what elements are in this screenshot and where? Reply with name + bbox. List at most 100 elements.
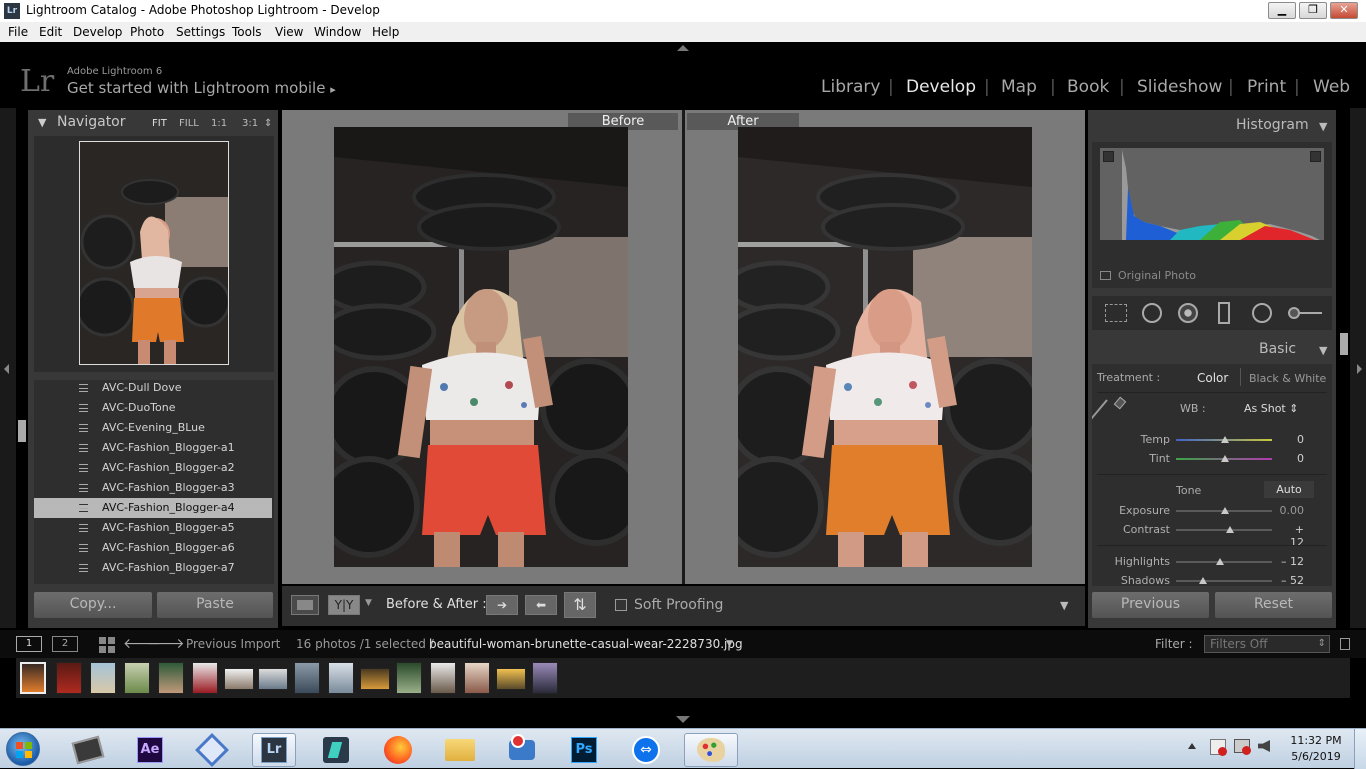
contrast-slider-thumb[interactable] — [1226, 526, 1234, 533]
close-button[interactable]: ✕ — [1330, 2, 1358, 19]
grid-view-icon[interactable] — [99, 637, 115, 653]
filmstrip-thumb[interactable] — [124, 662, 150, 694]
filmstrip-thumb[interactable] — [56, 662, 82, 694]
main-window-button[interactable]: 1 — [16, 636, 42, 652]
crop-tool-icon[interactable] — [1105, 304, 1127, 322]
filmstrip-thumb[interactable] — [328, 662, 354, 694]
filmstrip-thumb[interactable] — [158, 662, 184, 694]
highlight-clipping-indicator[interactable] — [1310, 151, 1321, 162]
taskbar-filmora[interactable] — [314, 733, 358, 767]
temp-slider-thumb[interactable] — [1221, 436, 1229, 443]
treatment-color[interactable]: Color — [1197, 371, 1228, 385]
module-web[interactable]: Web — [1313, 77, 1350, 97]
collapse-right-panel-icon[interactable] — [1357, 364, 1362, 374]
module-library[interactable]: Library — [821, 77, 880, 97]
taskbar-camera-app[interactable] — [500, 733, 544, 767]
temp-value[interactable]: 0 — [1282, 433, 1304, 446]
loupe-view-button[interactable] — [291, 595, 319, 615]
filmstrip-thumb[interactable] — [192, 662, 218, 694]
mobile-prompt[interactable]: Get started with Lightroom mobile ▸ — [67, 79, 336, 97]
module-book[interactable]: Book — [1067, 77, 1109, 97]
current-filename[interactable]: beautiful-woman-brunette-casual-wear-222… — [429, 637, 743, 651]
filter-select[interactable]: Filters Off ⇕ — [1204, 635, 1330, 653]
preset-item-selected[interactable]: AVC-Fashion_Blogger-a4 — [34, 498, 272, 518]
preset-item[interactable]: AVC-Fashion_Blogger-a3 — [34, 478, 272, 498]
contrast-slider[interactable] — [1176, 529, 1272, 531]
histogram-title[interactable]: Histogram — [1236, 117, 1309, 133]
menu-develop[interactable]: Develop — [73, 25, 122, 39]
filmstrip-thumb[interactable] — [532, 662, 558, 694]
copy-button[interactable]: Copy... — [34, 592, 152, 618]
filmstrip-source[interactable]: Previous Import — [186, 637, 280, 651]
filmstrip-thumb[interactable] — [224, 668, 254, 690]
exposure-slider-thumb[interactable] — [1221, 507, 1229, 514]
filmstrip-thumb[interactable] — [496, 668, 526, 690]
action-center-icon[interactable] — [1210, 739, 1227, 756]
filmstrip-thumb[interactable] — [396, 662, 422, 694]
filter-lock-icon[interactable] — [1340, 638, 1350, 650]
network-icon[interactable] — [1234, 739, 1251, 755]
filmstrip-thumb[interactable] — [90, 662, 116, 694]
filmstrip-thumb-selected[interactable] — [20, 662, 46, 694]
radial-filter-icon[interactable] — [1252, 303, 1272, 323]
zoom-fill[interactable]: FILL — [179, 118, 199, 129]
histogram-collapse-icon[interactable]: ▼ — [1319, 120, 1327, 133]
view-mode-dropdown-icon[interactable]: ▼ — [365, 598, 372, 608]
module-develop[interactable]: Develop — [906, 77, 976, 97]
filename-dropdown-icon[interactable]: ▼ — [726, 639, 733, 649]
before-photo[interactable] — [334, 127, 628, 567]
menu-photo[interactable]: Photo — [130, 25, 164, 39]
navigator-title[interactable]: Navigator — [57, 114, 126, 130]
after-photo[interactable] — [738, 127, 1032, 567]
shadows-value[interactable]: – 52 — [1278, 574, 1304, 586]
menu-help[interactable]: Help — [372, 25, 399, 39]
right-panel-scroll-handle[interactable] — [1340, 333, 1348, 355]
restore-button[interactable]: ❐ — [1299, 2, 1327, 19]
collapse-top-panel-icon[interactable] — [677, 45, 689, 51]
filmstrip-thumb[interactable] — [430, 662, 456, 694]
basic-collapse-icon[interactable]: ▼ — [1319, 344, 1327, 357]
preset-item[interactable]: AVC-Fashion_Blogger-a7 — [34, 558, 272, 578]
taskbar-video-editor[interactable] — [66, 733, 110, 767]
volume-icon[interactable] — [1258, 740, 1270, 752]
original-photo-checkbox[interactable] — [1100, 271, 1111, 280]
filmstrip-thumb[interactable] — [464, 662, 490, 694]
swap-before-after-button[interactable]: ⇅ — [564, 592, 596, 618]
taskbar-network-app[interactable] — [190, 733, 234, 767]
red-eye-icon[interactable] — [1178, 303, 1198, 323]
left-panel-scroll-handle[interactable] — [18, 420, 26, 442]
tint-slider-thumb[interactable] — [1221, 455, 1229, 462]
clock-time[interactable]: 11:32 PM — [1284, 734, 1348, 747]
taskbar-photoshop[interactable]: Ps — [562, 733, 606, 767]
white-balance-eyedropper-icon[interactable] — [1092, 399, 1108, 424]
preset-item[interactable]: AVC-Fashion_Blogger-a5 — [34, 518, 272, 538]
filmstrip-thumb[interactable] — [360, 668, 390, 690]
preset-item[interactable]: AVC-Fashion_Blogger-a1 — [34, 438, 272, 458]
collapse-left-panel-icon[interactable] — [4, 364, 9, 374]
copy-after-to-before-button[interactable]: ⬅ — [525, 595, 557, 615]
filmstrip-thumb[interactable] — [294, 662, 320, 694]
menu-edit[interactable]: Edit — [39, 25, 62, 39]
navigator-preview-image[interactable] — [79, 141, 229, 365]
shadows-slider[interactable] — [1176, 580, 1272, 582]
shadows-slider-thumb[interactable] — [1199, 577, 1207, 584]
taskbar-lightroom[interactable]: Lr — [252, 733, 296, 767]
collapse-filmstrip-icon[interactable] — [676, 716, 690, 723]
soft-proofing-checkbox[interactable] — [615, 599, 627, 611]
copy-before-to-after-button[interactable]: ➔ — [486, 595, 518, 615]
menu-file[interactable]: File — [8, 25, 28, 39]
zoom-more-icon[interactable]: ⇕ — [264, 118, 272, 129]
secondary-window-button[interactable]: 2 — [52, 636, 78, 652]
treatment-black-white[interactable]: Black & White — [1249, 372, 1326, 385]
forward-arrow-icon[interactable]: 🡒 — [147, 635, 185, 652]
taskbar-after-effects[interactable]: Ae — [128, 733, 172, 767]
preset-item[interactable]: AVC-Fashion_Blogger-a6 — [34, 538, 272, 558]
auto-tone-button[interactable]: Auto — [1264, 481, 1314, 498]
before-after-view-button[interactable]: Y|Y — [328, 595, 360, 615]
preset-item[interactable]: AVC-Dull Dove — [34, 380, 272, 398]
navigator-collapse-icon[interactable]: ▼ — [38, 116, 46, 129]
start-button[interactable] — [6, 732, 40, 766]
previous-button[interactable]: Previous — [1092, 592, 1209, 618]
filmstrip-thumb[interactable] — [258, 668, 288, 690]
clock-date[interactable]: 5/6/2019 — [1284, 750, 1348, 763]
